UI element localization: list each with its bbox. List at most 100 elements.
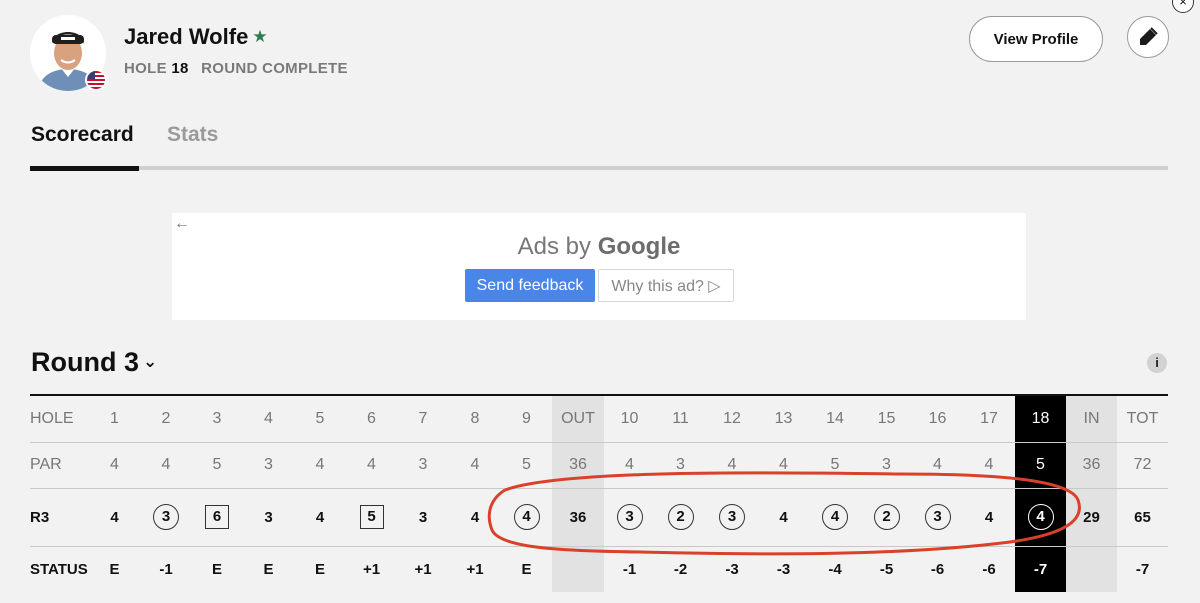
score-value: 16	[928, 409, 947, 427]
birdie-circle: 3	[924, 504, 951, 530]
score-cell-status-14: -4	[809, 546, 861, 592]
birdie-circle: 4	[513, 504, 540, 530]
score-cell-par-3: 3	[243, 442, 294, 489]
score-value: 36	[1082, 456, 1101, 473]
score-cell-r3-1: 3	[141, 488, 191, 547]
score-value: 9	[522, 409, 531, 427]
score-value: TOT	[1126, 409, 1159, 427]
score-cell-hole-17: 17	[963, 396, 1015, 443]
score-value: 6	[367, 409, 376, 427]
score-value: 5	[830, 456, 840, 473]
score-cell-hole-3: 4	[243, 396, 294, 443]
score-value: 1	[110, 409, 119, 427]
score-cell-r3-19: 29	[1066, 488, 1117, 547]
score-value: 13	[774, 409, 793, 427]
score-cell-status-16: -6	[912, 546, 963, 592]
score-cell-hole-6: 7	[397, 396, 449, 443]
pen-icon	[1140, 27, 1158, 45]
score-value: -3	[776, 560, 791, 578]
close-icon: ×	[1179, 0, 1187, 9]
score-cell-par-18: 5	[1015, 442, 1066, 489]
score-cell-r3-17: 4	[963, 488, 1015, 547]
score-cell-hole-15: 15	[861, 396, 912, 443]
score-cell-status-19	[1066, 546, 1117, 592]
why-this-ad-button[interactable]: Why this ad? ▷	[598, 269, 734, 302]
score-value: 4	[315, 508, 325, 526]
score-value: 3	[882, 456, 891, 473]
round-status: ROUND COMPLETE	[201, 60, 348, 77]
score-value: 4	[161, 456, 171, 473]
score-cell-status-4: E	[294, 546, 346, 592]
score-value: 12	[723, 409, 741, 427]
score-value: 14	[826, 409, 844, 427]
close-button[interactable]: ×	[1172, 0, 1194, 13]
ads-by-google: Ads by Google	[172, 233, 1026, 261]
score-cell-r3-0: 4	[88, 488, 141, 547]
ad-container: ← Ads by Google Send feedback Why this a…	[172, 213, 1026, 320]
score-value: OUT	[561, 409, 595, 427]
score-value: 3	[264, 508, 273, 526]
score-cell-r3-4: 4	[294, 488, 346, 547]
score-cell-par-11: 3	[655, 442, 706, 489]
edit-button[interactable]	[1127, 16, 1169, 58]
star-icon: ★	[252, 27, 268, 46]
score-value: 4	[984, 456, 994, 473]
score-value: 5	[212, 456, 222, 473]
score-cell-status-11: -2	[655, 546, 706, 592]
score-cell-hole-11: 11	[655, 396, 706, 443]
score-value: E	[109, 560, 120, 578]
score-value: 4	[933, 456, 942, 473]
score-value: 4	[470, 508, 480, 526]
score-value: E	[263, 560, 274, 578]
score-cell-par-20: 72	[1117, 442, 1168, 489]
info-icon[interactable]: i	[1147, 353, 1167, 373]
score-cell-r3-10: 3	[604, 488, 655, 547]
score-value: E	[211, 560, 222, 578]
tab-scorecard[interactable]: Scorecard	[31, 123, 134, 147]
score-cell-par-13: 4	[758, 442, 809, 489]
score-value: -7	[1033, 560, 1048, 578]
tab-stats[interactable]: Stats	[167, 123, 218, 147]
score-cell-par-1: 4	[141, 442, 191, 489]
back-arrow-icon[interactable]: ←	[174, 215, 190, 233]
score-cell-status-10: -1	[604, 546, 655, 592]
score-cell-status-0: E	[88, 546, 141, 592]
scorecard-row-par: PAR 4 4 5 3 4 4 3 4 5 36 4 3 4 4 5 3 4 4 5 36 72	[30, 442, 1168, 489]
score-cell-status-13: -3	[758, 546, 809, 592]
row-label-status: STATUS	[30, 560, 88, 578]
score-value: -2	[673, 560, 688, 578]
score-cell-r3-16: 3	[912, 488, 963, 547]
score-value: -7	[1135, 560, 1150, 578]
score-cell-hole-4: 5	[294, 396, 346, 443]
birdie-circle: 2	[667, 504, 694, 530]
round-selector[interactable]: Round 3 ⌄	[31, 347, 157, 378]
score-value: 7	[418, 409, 428, 427]
score-cell-status-5: +1	[346, 546, 397, 592]
birdie-circle: 3	[719, 504, 745, 530]
score-cell-hole-20: TOT	[1117, 396, 1168, 443]
score-cell-hole-0: 1	[88, 396, 141, 443]
score-value: +1	[414, 560, 432, 578]
score-cell-hole-14: 14	[809, 396, 861, 443]
player-name-text: Jared Wolfe	[124, 24, 249, 49]
score-cell-hole-19: IN	[1066, 396, 1117, 443]
score-value: E	[314, 560, 325, 578]
score-value: IN	[1083, 409, 1100, 427]
score-value: 5	[1036, 456, 1045, 473]
birdie-circle: 3	[616, 504, 643, 530]
us-flag-icon	[85, 69, 107, 91]
row-label-hole: HOLE	[30, 396, 88, 443]
score-value: 4	[779, 456, 788, 473]
view-profile-button[interactable]: View Profile	[969, 16, 1103, 62]
score-value: 36	[569, 456, 587, 473]
score-value: 4	[264, 409, 273, 427]
ads-by-label: Ads by	[517, 233, 592, 260]
birdie-circle: 4	[822, 504, 848, 530]
score-value: 3	[264, 456, 273, 473]
score-cell-par-0: 4	[88, 442, 141, 489]
send-feedback-button[interactable]: Send feedback	[465, 269, 595, 302]
hole-status: HOLE 18 ROUND COMPLETE	[124, 60, 348, 77]
score-value: +1	[362, 560, 381, 578]
score-value: 65	[1134, 508, 1151, 526]
score-cell-par-5: 4	[346, 442, 397, 489]
